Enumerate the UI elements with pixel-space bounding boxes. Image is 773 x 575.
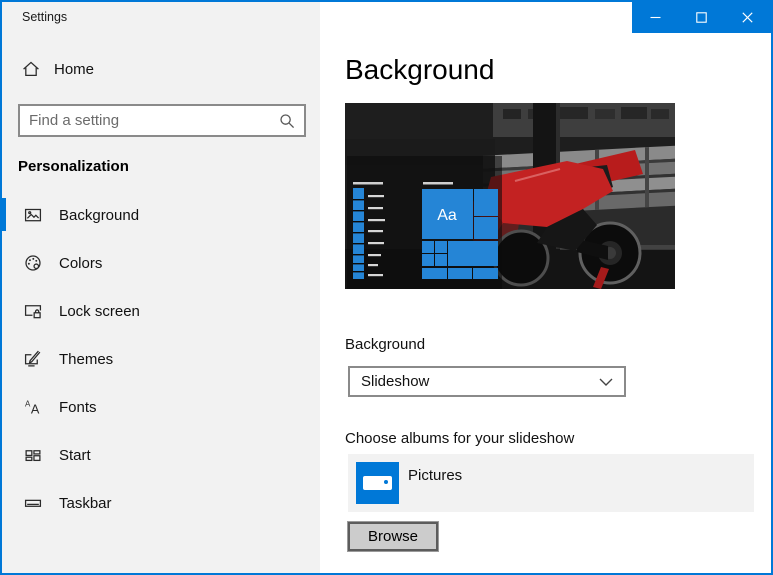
start-icon: [24, 446, 42, 464]
browse-button-label: Browse: [368, 528, 418, 545]
search-input[interactable]: [20, 112, 279, 129]
lock-screen-icon: [24, 302, 42, 320]
browse-button[interactable]: Browse: [348, 522, 438, 551]
colors-icon: [24, 254, 42, 272]
sidebar-item-lock-screen[interactable]: Lock screen: [2, 287, 320, 335]
pictures-folder-icon: [356, 462, 399, 504]
close-button[interactable]: [725, 2, 771, 33]
sidebar-nav: Background Colors: [2, 191, 320, 527]
themes-icon: [24, 350, 42, 368]
sidebar-item-fonts[interactable]: A A Fonts: [2, 383, 320, 431]
sidebar-item-background[interactable]: Background: [2, 191, 320, 239]
sidebar-home-label: Home: [54, 61, 94, 78]
sidebar-item-start[interactable]: Start: [2, 431, 320, 479]
minimize-button[interactable]: [632, 2, 678, 33]
sidebar-item-label: Fonts: [59, 399, 97, 416]
sidebar-item-themes[interactable]: Themes: [2, 335, 320, 383]
maximize-button[interactable]: [678, 2, 724, 33]
minimize-icon: [650, 12, 661, 23]
background-icon: [24, 206, 42, 224]
search-icon[interactable]: [279, 113, 295, 129]
selected-accent-bar: [2, 198, 6, 231]
svg-text:A: A: [31, 402, 40, 416]
sidebar-item-label: Lock screen: [59, 303, 140, 320]
sidebar-item-taskbar[interactable]: Taskbar: [2, 479, 320, 527]
background-preview-image: Aa: [345, 103, 675, 289]
sidebar-item-label: Themes: [59, 351, 113, 368]
close-icon: [742, 12, 753, 23]
album-row-pictures[interactable]: Pictures: [348, 454, 754, 512]
window-title: Settings: [22, 10, 67, 24]
sidebar-item-colors[interactable]: Colors: [2, 239, 320, 287]
content-pane: Background: [320, 2, 771, 573]
taskbar-icon: [24, 494, 42, 512]
settings-window: Settings Home Personalization: [0, 0, 773, 575]
background-dropdown-label: Background: [345, 336, 425, 353]
sidebar: Settings Home Personalization: [2, 2, 320, 573]
album-name: Pictures: [408, 467, 462, 484]
chevron-down-icon: [599, 378, 613, 386]
fonts-icon: A A: [24, 398, 42, 416]
sidebar-item-label: Start: [59, 447, 91, 464]
start-tile-aa-label: Aa: [437, 207, 457, 224]
background-type-dropdown[interactable]: Slideshow: [348, 366, 626, 397]
sidebar-item-home[interactable]: Home: [22, 60, 94, 78]
albums-heading: Choose albums for your slideshow: [345, 430, 574, 447]
sidebar-item-label: Background: [59, 207, 139, 224]
maximize-icon: [696, 12, 707, 23]
sidebar-item-label: Colors: [59, 255, 102, 272]
dropdown-selected-value: Slideshow: [361, 373, 429, 390]
section-heading-personalization: Personalization: [18, 158, 129, 175]
page-title: Background: [345, 54, 494, 86]
sidebar-item-label: Taskbar: [59, 495, 112, 512]
search-box: [18, 104, 306, 137]
window-controls: [632, 2, 771, 33]
home-icon: [22, 60, 40, 78]
